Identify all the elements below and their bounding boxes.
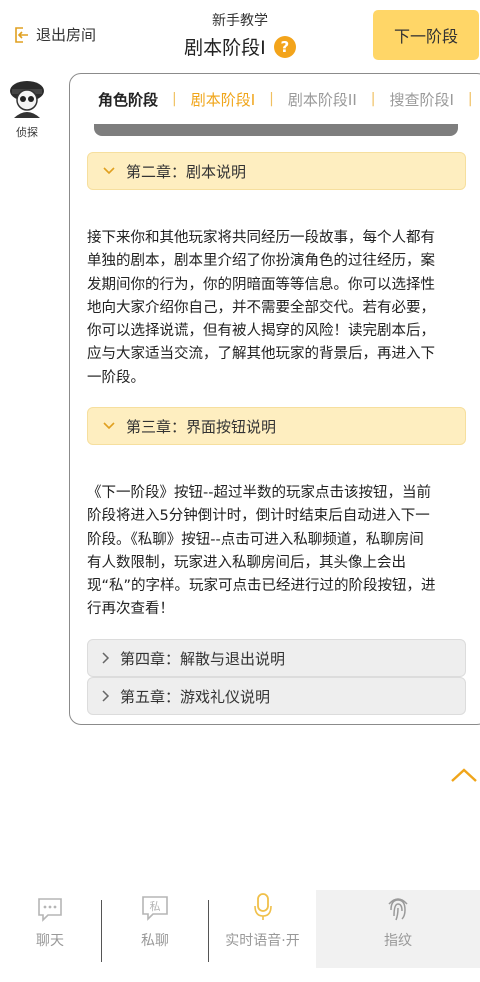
- tab-script-stage-1[interactable]: 剧本阶段I: [191, 89, 255, 110]
- chapter-3-body: 《下一阶段》按钮--超过半数的玩家点击该按钮，当前 阶段将进入5分钟倒计时，倒计…: [87, 482, 467, 622]
- page-title-text: 剧本阶段I: [184, 37, 266, 59]
- fingerprint-button[interactable]: 指纹: [316, 890, 480, 968]
- text-line: 单独的剧本，剧本里介绍了你扮演角色的过往经历，案: [87, 253, 435, 270]
- text-line: 阶段将进入5分钟倒计时，倒计时结束后自动进入下一: [87, 508, 430, 525]
- text-line: 接下来你和其他玩家将共同经历一段故事，每个人都有: [87, 230, 435, 246]
- microphone-icon: [253, 893, 272, 920]
- tab-separator: |: [172, 91, 177, 107]
- text-line: 你可以选择说谎，但有被人揭穿的风险！读完剧本后，: [87, 323, 435, 340]
- chapter-3-title: 第三章：界面按钮说明: [126, 417, 277, 436]
- chevron-right-icon: [102, 690, 110, 702]
- text-line: 阶段。《私聊》按钮--点击可进入私聊频道，私聊房间: [87, 531, 424, 548]
- tab-role-stage[interactable]: 角色阶段: [98, 89, 158, 110]
- private-chat-button[interactable]: 私 私聊: [102, 890, 208, 968]
- text-line: 应与大家适当交流，了解其他玩家的背景后，再进入下: [87, 346, 435, 363]
- private-chat-label: 私聊: [141, 933, 169, 949]
- voice-label: 实时语音·开: [225, 933, 300, 949]
- chapter-2-header[interactable]: 第二章：剧本说明: [87, 152, 466, 190]
- horizontal-scrollbar[interactable]: [94, 124, 458, 136]
- next-stage-button[interactable]: 下一阶段: [373, 10, 479, 60]
- chat-button[interactable]: 聊天: [0, 890, 100, 968]
- tab-search-stage-1[interactable]: 搜查阶段I: [389, 89, 453, 110]
- chapter-3-header[interactable]: 第三章：界面按钮说明: [87, 407, 466, 445]
- tab-separator: |: [370, 91, 376, 107]
- stage-tabs: 角色阶段 | 剧本阶段I | 剧本阶段II | 搜查阶段I |: [70, 74, 480, 124]
- avatar-role-label: 侦探: [16, 126, 38, 139]
- chevron-down-icon: [103, 167, 115, 175]
- chevron-right-icon: [102, 652, 110, 664]
- help-icon[interactable]: ?: [273, 36, 296, 58]
- tutorial-card: 角色阶段 | 剧本阶段I | 剧本阶段II | 搜查阶段I | 第二章：剧本说明…: [69, 73, 480, 725]
- tab-separator: |: [269, 91, 274, 107]
- chapter-2-title: 第二章：剧本说明: [126, 162, 247, 181]
- fingerprint-icon: [388, 898, 408, 921]
- detective-avatar[interactable]: [6, 76, 48, 118]
- text-line: 《下一阶段》按钮--超过半数的玩家点击该按钮，当前: [87, 485, 431, 501]
- private-chat-icon: 私: [142, 896, 168, 921]
- bottom-bar: 聊天 私 私聊 实时语音·开 指纹: [0, 890, 480, 982]
- chat-label: 聊天: [36, 933, 64, 949]
- voice-toggle-button[interactable]: 实时语音·开: [209, 890, 316, 968]
- fingerprint-label: 指纹: [384, 933, 412, 949]
- text-line: 有人数限制，玩家进入私聊房间后，其头像上会出: [87, 554, 406, 571]
- chapter-2-body: 接下来你和其他玩家将共同经历一段故事，每个人都有 单独的剧本，剧本里介绍了你扮演…: [87, 227, 467, 390]
- text-line: 一阶段。: [87, 369, 145, 386]
- text-line: 地向大家介绍你自己，并不需要全部交代。若有必要，: [87, 299, 435, 316]
- chapter-5-header[interactable]: 第五章：游戏礼仪说明: [87, 677, 466, 715]
- chevron-down-icon: [103, 422, 115, 430]
- chevron-up-icon[interactable]: [449, 766, 479, 784]
- tab-separator: |: [467, 91, 473, 107]
- chapter-4-header[interactable]: 第四章：解散与退出说明: [87, 639, 466, 677]
- tab-script-stage-2[interactable]: 剧本阶段II: [288, 89, 357, 110]
- text-line: 行再次查看！: [87, 601, 174, 618]
- private-chat-badge: 私: [150, 900, 161, 913]
- text-line: 现“私”的字样。玩家可点击已经进行过的阶段按钮，进: [87, 578, 436, 595]
- chapter-5-title: 第五章：游戏礼仪说明: [120, 687, 271, 706]
- text-line: 发期间你的行为，你的阴暗面等等信息。你可以选择性: [87, 276, 435, 293]
- chat-bubble-icon: [38, 898, 62, 922]
- chapter-4-title: 第四章：解散与退出说明: [120, 649, 286, 668]
